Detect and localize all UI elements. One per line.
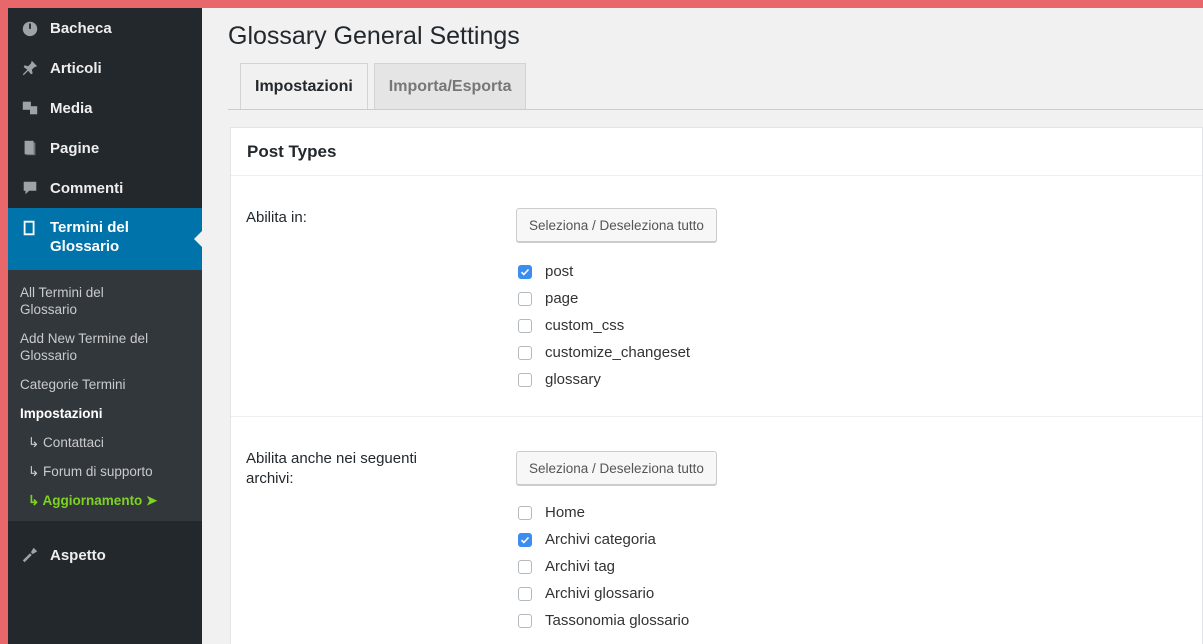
menu-item-label: Bacheca	[50, 19, 112, 37]
submenu-impostazioni[interactable]: Impostazioni	[8, 399, 202, 428]
settings-row-abilita-in: Abilita in: Seleziona / Deseleziona tutt…	[231, 176, 1202, 417]
section-title: Post Types	[231, 128, 1202, 176]
menu-item-pagine[interactable]: Pagine	[8, 128, 202, 168]
checkbox-label: Archivi categoria	[545, 531, 656, 548]
checkbox-option: Archivi categoria	[518, 526, 689, 553]
tab-importa-esporta[interactable]: Importa/Esporta	[373, 63, 527, 109]
checkbox-archivi-glossario[interactable]	[518, 586, 532, 601]
menu-item-articoli[interactable]: Articoli	[8, 48, 202, 88]
main-content: Glossary General Settings Impostazioni I…	[202, 8, 1203, 644]
checkbox-option: Tassonomia glossario	[518, 607, 689, 634]
checkbox-custom-css[interactable]	[518, 318, 532, 333]
checkbox-archivi-categoria[interactable]	[518, 532, 532, 547]
checkbox-customize-changeset[interactable]	[518, 345, 532, 360]
checkbox-glossary[interactable]	[518, 372, 532, 387]
checkbox-option: custom_css	[518, 312, 690, 339]
admin-sidebar: Bacheca Articoli Media Pagine Commenti T…	[8, 8, 202, 644]
menu-item-label: Commenti	[50, 179, 124, 197]
checkbox-list: post page custom_css customize_changeset…	[518, 258, 690, 393]
checkbox-label: page	[545, 290, 579, 307]
pin-icon	[20, 58, 40, 78]
checkbox-label: Home	[545, 504, 586, 521]
submenu-forum-supporto[interactable]: ↳ Forum di supporto	[8, 457, 202, 486]
settings-row-archivi: Abilita anche nei seguenti archivi: Sele…	[231, 417, 1202, 644]
checkbox-label: Tassonomia glossario	[545, 612, 690, 629]
submenu-add-new-termine[interactable]: Add New Termine del Glossario	[8, 324, 202, 370]
checkbox-label: custom_css	[545, 317, 625, 334]
checkbox-option: Archivi glossario	[518, 580, 689, 607]
checkbox-option: Archivi tag	[518, 553, 689, 580]
media-icon	[20, 98, 40, 118]
tab-divider	[228, 109, 1203, 110]
menu-item-media[interactable]: Media	[8, 88, 202, 128]
checkbox-label: customize_changeset	[545, 344, 691, 361]
menu-item-label: Termini del Glossario	[50, 219, 129, 255]
checkbox-list: Home Archivi categoria Archivi tag Archi…	[518, 499, 689, 634]
checkbox-label: post	[545, 263, 574, 280]
menu-item-commenti[interactable]: Commenti	[8, 168, 202, 208]
checkbox-option: customize_changeset	[518, 339, 690, 366]
tab-impostazioni[interactable]: Impostazioni	[240, 63, 368, 110]
submenu-aggiornamento[interactable]: ↳ Aggiornamento ➤	[8, 486, 202, 515]
pages-icon	[20, 138, 40, 158]
select-all-button[interactable]: Seleziona / Deseleziona tutto	[516, 208, 717, 242]
menu-item-label: Aspetto	[50, 546, 106, 564]
checkbox-archivi-tag[interactable]	[518, 559, 532, 574]
checkbox-home[interactable]	[518, 505, 532, 520]
submenu-contattaci[interactable]: ↳ Contattaci	[8, 428, 202, 457]
page-title: Glossary General Settings	[228, 22, 520, 50]
row-label: Abilita in:	[246, 209, 307, 226]
menu-item-label: Pagine	[50, 139, 100, 157]
select-all-button[interactable]: Seleziona / Deseleziona tutto	[516, 451, 717, 485]
menu-item-termini-glossario[interactable]: Termini del Glossario	[8, 208, 202, 270]
book-icon	[20, 218, 40, 238]
checkbox-option: Home	[518, 499, 689, 526]
settings-panel: Post Types Abilita in: Seleziona / Desel…	[230, 127, 1203, 644]
checkbox-tassonomia-glossario[interactable]	[518, 613, 532, 628]
row-label: Abilita anche nei seguenti archivi:	[246, 450, 417, 487]
appearance-icon	[20, 545, 40, 565]
checkbox-option: glossary	[518, 366, 690, 393]
checkbox-page[interactable]	[518, 291, 532, 306]
comments-icon	[20, 178, 40, 198]
menu-item-bacheca[interactable]: Bacheca	[8, 8, 202, 48]
tab-bar: Impostazioni Importa/Esporta	[240, 63, 527, 110]
menu-item-label: Articoli	[50, 59, 102, 77]
submenu-all-termini[interactable]: All Termini del Glossario	[8, 278, 202, 324]
checkbox-post[interactable]	[518, 264, 532, 279]
dashboard-icon	[20, 18, 40, 38]
checkbox-option: post	[518, 258, 690, 285]
checkbox-label: Archivi tag	[545, 558, 616, 575]
checkbox-option: page	[518, 285, 690, 312]
checkbox-label: Archivi glossario	[545, 585, 655, 602]
checkbox-label: glossary	[545, 371, 601, 388]
submenu-categorie-termini[interactable]: Categorie Termini	[8, 370, 202, 399]
menu-item-aspetto[interactable]: Aspetto	[8, 535, 202, 575]
menu-item-label: Media	[50, 99, 93, 117]
submenu: All Termini del Glossario Add New Termin…	[8, 270, 202, 521]
